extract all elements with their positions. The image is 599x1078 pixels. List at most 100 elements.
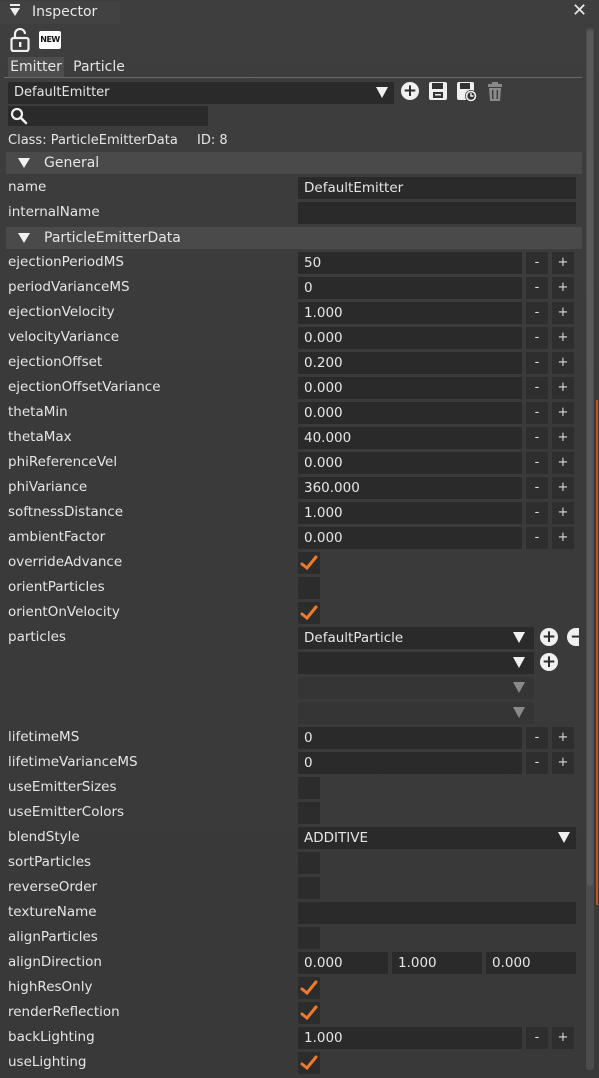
ejection-offset-variance-field[interactable]: 0.000 — [298, 377, 522, 399]
increment-button[interactable]: + — [552, 252, 574, 274]
softness-distance-field[interactable]: 1.000 — [298, 502, 522, 524]
increment-button[interactable]: + — [552, 377, 574, 399]
decrement-button[interactable]: - — [526, 427, 548, 449]
add-icon[interactable]: + — [401, 82, 419, 100]
increment-button[interactable]: + — [552, 402, 574, 424]
save-icon[interactable] — [428, 81, 448, 101]
blendstyle-select[interactable]: ADDITIVE — [298, 827, 576, 849]
decrement-button[interactable]: - — [526, 352, 548, 374]
lifetime-ms-field[interactable]: 0 — [298, 727, 522, 749]
decrement-button[interactable]: - — [526, 502, 548, 524]
increment-button[interactable]: + — [552, 302, 574, 324]
delete-icon[interactable] — [486, 82, 504, 102]
name-field[interactable]: DefaultEmitter — [298, 177, 576, 199]
component-value: 0.000 — [304, 955, 343, 971]
decrement-button[interactable]: - — [526, 252, 548, 274]
use-emitter-sizes-checkbox[interactable] — [298, 777, 320, 799]
search-input[interactable] — [32, 107, 206, 125]
unlock-icon[interactable] — [10, 28, 30, 52]
field-label-use-lighting: useLighting — [8, 1054, 87, 1070]
reverse-order-checkbox[interactable] — [298, 877, 320, 899]
increment-button[interactable]: + — [552, 1027, 574, 1049]
search-field[interactable] — [8, 106, 208, 126]
increment-button[interactable]: + — [552, 752, 574, 774]
decrement-button[interactable]: - — [526, 527, 548, 549]
lifetime-variance-ms-field[interactable]: 0 — [298, 752, 522, 774]
increment-button[interactable]: + — [552, 327, 574, 349]
section-particle-emitter-data[interactable]: ParticleEmitterData — [6, 227, 582, 249]
dropdown-caret-icon[interactable] — [558, 832, 570, 843]
particle-select-0[interactable]: DefaultParticle — [298, 627, 534, 649]
dropdown-caret-icon[interactable] — [513, 632, 525, 643]
decrement-button[interactable]: - — [526, 327, 548, 349]
decrement-button[interactable]: - — [526, 377, 548, 399]
panel-menu-bar — [10, 4, 20, 6]
use-emitter-colors-checkbox[interactable] — [298, 802, 320, 824]
field-label-texture-name: textureName — [8, 904, 97, 920]
phi-reference-vel-field[interactable]: 0.000 — [298, 452, 522, 474]
increment-button[interactable]: + — [552, 527, 574, 549]
decrement-button[interactable]: - — [526, 727, 548, 749]
check-icon — [300, 605, 318, 621]
particle-select-1[interactable] — [298, 652, 534, 674]
ejection-velocity-field[interactable]: 1.000 — [298, 302, 522, 324]
field-label-internalname: internalName — [8, 204, 100, 220]
sort-particles-checkbox[interactable] — [298, 852, 320, 874]
ejection-period-ms-field[interactable]: 50 — [298, 252, 522, 274]
increment-button[interactable]: + — [552, 452, 574, 474]
remove-icon[interactable]: − — [567, 628, 579, 646]
theta-min-field[interactable]: 0.000 — [298, 402, 522, 424]
increment-button[interactable]: + — [552, 502, 574, 524]
tab-emitter[interactable]: Emitter — [8, 57, 64, 77]
phi-variance-field[interactable]: 360.000 — [298, 477, 522, 499]
increment-button[interactable]: + — [552, 352, 574, 374]
emitter-select-caret-icon[interactable] — [376, 87, 388, 98]
emitter-select[interactable]: DefaultEmitter — [8, 82, 394, 104]
orient-on-velocity-checkbox[interactable] — [298, 602, 320, 624]
decrement-button[interactable]: - — [526, 402, 548, 424]
align-direction-component-1[interactable]: 1.000 — [392, 952, 482, 974]
increment-button[interactable]: + — [552, 727, 574, 749]
save-as-icon[interactable] — [456, 81, 478, 103]
class-info: Class: ParticleEmitterData — [8, 133, 178, 148]
decrement-button[interactable]: - — [526, 277, 548, 299]
velocity-variance-field[interactable]: 0.000 — [298, 327, 522, 349]
panel-menu-icon[interactable] — [10, 8, 20, 16]
theta-max-field[interactable]: 40.000 — [298, 427, 522, 449]
add-icon[interactable]: + — [540, 653, 558, 671]
decrement-button[interactable]: - — [526, 477, 548, 499]
dropdown-caret-icon[interactable] — [513, 657, 525, 668]
align-direction-component-2[interactable]: 0.000 — [486, 952, 576, 974]
decrement-button[interactable]: - — [526, 1027, 548, 1049]
use-lighting-checkbox[interactable] — [298, 1052, 320, 1074]
field-label-phi-variance: phiVariance — [8, 479, 88, 495]
override-advance-checkbox[interactable] — [298, 552, 320, 574]
align-particles-checkbox[interactable] — [298, 927, 320, 949]
high-res-only-checkbox[interactable] — [298, 977, 320, 999]
decrement-button[interactable]: - — [526, 752, 548, 774]
ejection-period-ms-value: 50 — [304, 255, 322, 271]
inspector-window: Inspector ✕ NEW Emitter Particle Default… — [0, 0, 599, 1078]
ejection-offset-field[interactable]: 0.200 — [298, 352, 522, 374]
internalname-field[interactable] — [298, 202, 576, 224]
render-reflection-checkbox[interactable] — [298, 1002, 320, 1024]
increment-button[interactable]: + — [552, 427, 574, 449]
section-general[interactable]: General — [6, 152, 582, 174]
align-direction-component-0[interactable]: 0.000 — [298, 952, 388, 974]
add-icon[interactable]: + — [540, 628, 558, 646]
texturename-field[interactable] — [298, 902, 576, 924]
increment-button[interactable]: + — [552, 477, 574, 499]
ambient-factor-field[interactable]: 0.000 — [298, 527, 522, 549]
new-icon[interactable]: NEW — [39, 31, 61, 49]
tab-particle[interactable]: Particle — [68, 57, 130, 77]
increment-button[interactable]: + — [552, 277, 574, 299]
period-variance-ms-field[interactable]: 0 — [298, 277, 522, 299]
scrollbar-thumb[interactable] — [587, 30, 593, 886]
decrement-button[interactable]: - — [526, 302, 548, 324]
back-lighting-field[interactable]: 1.000 — [298, 1027, 522, 1049]
close-icon[interactable]: ✕ — [572, 2, 587, 20]
orient-particles-checkbox[interactable] — [298, 577, 320, 599]
decrement-button[interactable]: - — [526, 452, 548, 474]
theta-max-value: 40.000 — [304, 430, 352, 446]
field-label-orient-on-velocity: orientOnVelocity — [8, 604, 120, 620]
